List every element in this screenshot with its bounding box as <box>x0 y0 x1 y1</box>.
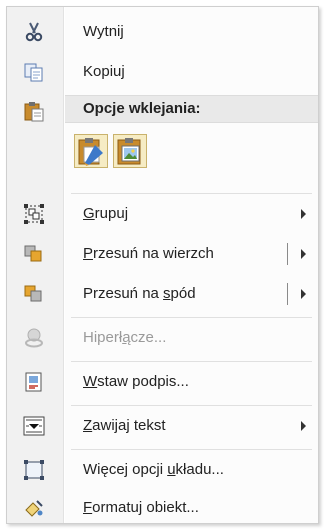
insert-caption-icon <box>25 372 42 392</box>
separator <box>71 361 312 362</box>
menu-item-label: Formatuj obiekt... <box>83 499 199 516</box>
menu-item-format-object[interactable]: Formatuj obiekt... <box>7 491 318 525</box>
menu-item-more-layout-options[interactable]: Więcej opcji układu... <box>7 453 318 487</box>
menu-item-bring-to-front[interactable]: Przesuń na wierzch <box>7 237 318 271</box>
group-objects-icon <box>24 204 44 224</box>
separator <box>71 193 312 194</box>
paste-options-header: Opcje wklejania: <box>65 95 318 123</box>
separator <box>71 405 312 406</box>
paste-options-label: Opcje wklejania: <box>83 100 201 117</box>
menu-item-label: Kopiuj <box>83 63 125 80</box>
format-object-icon <box>25 500 43 517</box>
menu-item-label: Hiperłącze... <box>83 329 167 346</box>
clipboard-paste-icon <box>24 102 44 122</box>
menu-item-copy[interactable]: Kopiuj <box>7 55 318 89</box>
submenu-arrow-icon[interactable] <box>301 249 306 259</box>
split-divider <box>287 243 288 265</box>
menu-item-label: Zawijaj tekst <box>83 417 166 434</box>
paste-keep-formatting-icon <box>78 138 103 166</box>
menu-item-group[interactable]: Grupuj <box>7 197 318 231</box>
separator <box>71 317 312 318</box>
paste-picture-button[interactable] <box>113 134 147 168</box>
bring-to-front-icon <box>24 245 42 262</box>
separator <box>71 449 312 450</box>
menu-item-label: Więcej opcji układu... <box>83 461 224 478</box>
menu-item-hyperlink: Hiperłącze... <box>7 321 318 355</box>
copy-icon <box>24 63 43 82</box>
split-divider <box>287 283 288 305</box>
scissors-icon <box>25 22 43 42</box>
menu-item-wrap-text[interactable]: Zawijaj tekst <box>7 409 318 443</box>
menu-item-label: Grupuj <box>83 205 129 222</box>
layout-options-icon <box>24 460 44 480</box>
hyperlink-icon <box>25 328 43 348</box>
menu-item-label: Przesuń na wierzch <box>83 245 214 262</box>
menu-item-insert-caption[interactable]: Wstaw podpis... <box>7 365 318 399</box>
submenu-arrow-icon <box>301 421 306 431</box>
wrap-text-icon <box>23 416 45 436</box>
menu-item-send-to-back[interactable]: Przesuń na spód <box>7 277 318 311</box>
menu-item-label: Wstaw podpis... <box>83 373 189 390</box>
menu-item-label: Przesuń na spód <box>83 285 196 302</box>
submenu-arrow-icon <box>301 209 306 219</box>
context-menu: Wytnij Kopiuj Opcje wklejania: Grupuj Pr… <box>6 6 319 524</box>
menu-item-cut[interactable]: Wytnij <box>7 15 318 49</box>
send-to-back-icon <box>24 285 42 302</box>
menu-item-label: Wytnij <box>83 23 124 40</box>
paste-picture-icon <box>117 138 141 165</box>
submenu-arrow-icon[interactable] <box>301 289 306 299</box>
paste-keep-formatting-button[interactable] <box>74 134 108 168</box>
